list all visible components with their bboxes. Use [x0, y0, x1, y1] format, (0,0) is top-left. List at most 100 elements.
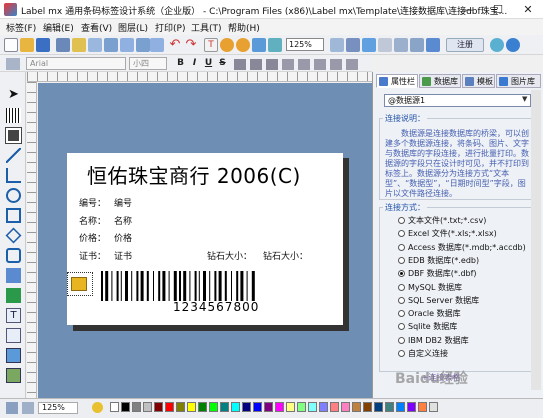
- color-swatch[interactable]: [407, 402, 416, 412]
- connection-option[interactable]: IBM DB2 数据库: [398, 335, 469, 346]
- radio-button[interactable]: [398, 283, 405, 291]
- color-swatch[interactable]: [198, 402, 207, 412]
- radio-button[interactable]: [398, 256, 405, 264]
- fill-rect-tool-icon[interactable]: [6, 288, 21, 303]
- field-price-value[interactable]: 价格: [114, 231, 132, 244]
- color-swatch[interactable]: [132, 402, 141, 412]
- color-swatch[interactable]: [286, 402, 295, 412]
- qrcode-tool-icon[interactable]: [5, 127, 22, 144]
- settings-icon[interactable]: [394, 38, 408, 52]
- info-icon[interactable]: [506, 38, 520, 52]
- radio-button[interactable]: [398, 350, 405, 357]
- color-swatch[interactable]: [352, 402, 361, 412]
- barcode-tool-icon[interactable]: [6, 108, 21, 123]
- color-swatch[interactable]: [297, 402, 306, 412]
- barcode[interactable]: [101, 271, 327, 301]
- status-zoom[interactable]: 125%: [38, 402, 78, 414]
- align-icon[interactable]: [104, 38, 118, 52]
- valign-top-icon[interactable]: [298, 59, 310, 70]
- line-tool-icon[interactable]: [6, 148, 21, 163]
- radio-button[interactable]: [398, 243, 405, 251]
- chevron-down-icon[interactable]: ▼: [522, 95, 527, 103]
- menu-tools[interactable]: 工具(T): [191, 21, 222, 34]
- color-swatch[interactable]: [363, 402, 372, 412]
- register-button[interactable]: 注册: [446, 38, 484, 52]
- radio-button[interactable]: [398, 296, 405, 304]
- color-swatch[interactable]: [143, 402, 152, 412]
- text-tool-icon[interactable]: T: [204, 38, 218, 52]
- new-icon[interactable]: [4, 38, 18, 52]
- open-icon[interactable]: [20, 38, 34, 52]
- import-icon[interactable]: [426, 38, 440, 52]
- connection-option[interactable]: EDB 数据库(*.edb): [398, 255, 479, 266]
- color-swatch[interactable]: [242, 402, 251, 412]
- text-tool-icon[interactable]: T: [6, 308, 21, 323]
- rectangle-tool-icon[interactable]: [6, 208, 21, 223]
- connection-option[interactable]: SQL Server 数据库: [398, 295, 479, 306]
- redo-icon[interactable]: ↷: [184, 38, 198, 52]
- valign-bottom-icon[interactable]: [330, 59, 342, 70]
- connection-option[interactable]: 文本文件(*.txt;*.csv): [398, 215, 486, 226]
- color-swatch[interactable]: [275, 402, 284, 412]
- print-icon[interactable]: [346, 38, 360, 52]
- color-swatch[interactable]: [319, 402, 328, 412]
- field-diamond-label-a[interactable]: 钻石大小：: [207, 249, 252, 262]
- connection-option[interactable]: 自定义连接: [398, 348, 448, 359]
- connection-option[interactable]: Excel 文件(*.xls;*.xlsx): [398, 228, 497, 239]
- radio-button[interactable]: [398, 310, 405, 318]
- paste-icon[interactable]: [88, 38, 102, 52]
- field-cert-label[interactable]: 证书：: [79, 249, 106, 262]
- layout-icon[interactable]: [22, 402, 34, 414]
- color-swatch[interactable]: [110, 402, 119, 412]
- justify-icon[interactable]: [282, 59, 294, 70]
- color-swatch[interactable]: [396, 402, 405, 412]
- field-price-label[interactable]: 价格：: [79, 231, 106, 244]
- save-icon[interactable]: [36, 38, 50, 52]
- print-preview-icon[interactable]: [330, 38, 344, 52]
- color-swatch[interactable]: [418, 402, 427, 412]
- ellipse-tool-icon[interactable]: [6, 188, 21, 203]
- database-icon[interactable]: [362, 38, 376, 52]
- color-swatch[interactable]: [330, 402, 339, 412]
- undo-icon[interactable]: ↶: [168, 38, 182, 52]
- tab-image-library[interactable]: 图片库: [496, 74, 541, 88]
- field-diamond-label-b[interactable]: 钻石大小：: [263, 249, 308, 262]
- color-swatch[interactable]: [264, 402, 273, 412]
- zoom-in-icon[interactable]: [220, 38, 234, 52]
- connection-option[interactable]: MySQL 数据库: [398, 282, 462, 293]
- maximize-button[interactable]: ☐: [483, 0, 513, 19]
- color-swatch[interactable]: [253, 402, 262, 412]
- color-swatch[interactable]: [429, 402, 438, 412]
- align-center-text-icon[interactable]: [250, 59, 262, 70]
- label-title-text[interactable]: 恒佑珠宝商行 2006(C): [87, 160, 301, 189]
- color-swatch[interactable]: [165, 402, 174, 412]
- rotate-icon[interactable]: [346, 59, 358, 70]
- copy-icon[interactable]: [72, 38, 86, 52]
- zoom-combo[interactable]: 125%: [286, 38, 324, 51]
- minimize-button[interactable]: —: [453, 0, 483, 19]
- tab-properties[interactable]: 属性栏: [376, 74, 418, 88]
- radio-button[interactable]: [398, 323, 405, 331]
- pointer-icon[interactable]: ➤: [6, 88, 21, 103]
- italic-button[interactable]: I: [189, 58, 200, 70]
- field-name-value[interactable]: 名称: [114, 214, 132, 227]
- strike-button[interactable]: S: [217, 58, 228, 70]
- menu-help[interactable]: 帮助(H): [228, 21, 260, 34]
- help-icon[interactable]: [490, 38, 504, 52]
- rounded-rect-tool-icon[interactable]: [6, 248, 21, 263]
- connection-option[interactable]: Access 数据库(*.mdb;*.accdb): [398, 242, 526, 253]
- connection-option[interactable]: Sqlite 数据库: [398, 321, 457, 332]
- menu-edit[interactable]: 编辑(E): [43, 21, 74, 34]
- palette-icon[interactable]: [92, 402, 103, 413]
- polyline-tool-icon[interactable]: [6, 168, 21, 183]
- connection-option[interactable]: Oracle 数据库: [398, 308, 461, 319]
- table-icon[interactable]: [378, 38, 392, 52]
- valign-middle-icon[interactable]: [314, 59, 326, 70]
- diamond-tool-icon[interactable]: [5, 227, 22, 244]
- rich-text-tool-icon[interactable]: [6, 328, 21, 343]
- color-swatch[interactable]: [308, 402, 317, 412]
- color-swatch[interactable]: [385, 402, 394, 412]
- color-swatch[interactable]: [176, 402, 185, 412]
- radio-button[interactable]: [398, 217, 405, 224]
- menu-print[interactable]: 打印(P): [155, 21, 185, 34]
